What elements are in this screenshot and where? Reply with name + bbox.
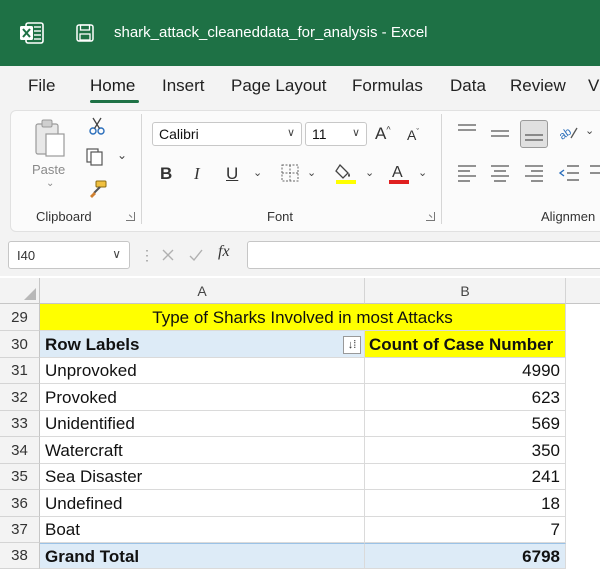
svg-text:ab: ab [557,126,574,142]
row-labels-header-cell[interactable]: Row Labels [40,331,365,358]
row-header[interactable]: 37 [0,517,40,543]
table-row-count[interactable]: 7 [365,517,566,543]
table-row-count[interactable]: 350 [365,437,566,464]
chevron-down-icon: ∨ [286,127,295,139]
copy-chevron-icon[interactable]: ⌄ [117,148,127,162]
fill-color-chevron-icon[interactable]: ⌄ [365,166,374,179]
row-header[interactable]: 34 [0,437,40,464]
align-top-icon[interactable] [457,122,477,140]
tab-data[interactable]: Data [450,76,486,96]
decrease-font-size-icon[interactable]: Aˇ [407,127,419,143]
title-bar: shark_attack_cleaneddata_for_analysis - … [0,0,600,66]
paste-chevron-icon[interactable]: ⌄ [46,178,54,189]
sort-filter-icon[interactable]: ↓⁞ [343,336,361,354]
align-middle-icon[interactable] [490,126,510,144]
font-size-dropdown[interactable]: 11 ∨ [305,122,367,146]
align-right-icon[interactable] [524,164,544,182]
row-header[interactable]: 35 [0,464,40,490]
row-header[interactable]: 32 [0,384,40,411]
row-header[interactable]: 31 [0,358,40,384]
select-all-button[interactable] [0,278,40,304]
table-row-count[interactable]: 623 [365,384,566,411]
align-center-icon[interactable] [490,164,510,182]
column-header-b[interactable]: B [365,278,566,304]
row-header[interactable]: 29 [0,304,40,331]
table-row-label[interactable]: Watercraft [40,437,365,464]
table-row-label[interactable]: Boat [40,517,365,543]
table-row-label[interactable]: Unidentified [40,411,365,437]
increase-indent-icon[interactable] [590,164,600,182]
tab-page-layout[interactable]: Page Layout [231,76,326,96]
row-header[interactable]: 38 [0,543,40,569]
orientation-chevron-icon[interactable]: ⌄ [585,124,594,137]
tab-review[interactable]: Review [510,76,566,96]
group-separator [141,114,142,224]
format-painter-icon[interactable] [88,180,108,198]
table-row-count[interactable]: 241 [365,464,566,490]
count-header-cell[interactable]: Count of Case Number [365,331,566,358]
font-color-icon[interactable]: A [388,161,410,185]
row-header[interactable]: 36 [0,490,40,517]
table-row-label[interactable]: Provoked [40,384,365,411]
table-row-label[interactable]: Undefined [40,490,365,517]
insert-function-button[interactable]: fx [218,243,230,261]
column-header-a[interactable]: A [40,278,365,304]
table-row-count[interactable]: 4990 [365,358,566,384]
orientation-icon[interactable]: ab [557,122,581,142]
clipboard-launcher-icon[interactable] [126,212,135,221]
tab-insert[interactable]: Insert [162,76,205,96]
paste-label[interactable]: Paste [32,162,65,177]
row-header[interactable]: 33 [0,411,40,437]
italic-button[interactable]: I [194,164,200,184]
grand-total-label[interactable]: Grand Total [40,543,365,569]
font-name-value: Calibri [159,126,199,142]
grand-total-value[interactable]: 6798 [365,543,566,569]
bold-button[interactable]: B [160,164,172,184]
pivot-title-cell[interactable]: Type of Sharks Involved in most Attacks [40,304,566,331]
underline-chevron-icon[interactable]: ⌄ [253,166,262,179]
decrease-indent-icon[interactable] [558,164,580,182]
align-bottom-icon[interactable] [520,120,548,148]
alignment-group-label: Alignmen [541,209,596,224]
cancel-icon[interactable] [160,247,176,263]
group-separator [441,114,442,224]
name-box[interactable]: I40 ∨ [8,241,130,269]
svg-text:A: A [392,164,403,181]
table-row-label[interactable]: Sea Disaster [40,464,365,490]
font-group-label: Font [267,209,294,224]
copy-icon[interactable] [86,148,106,166]
row-header[interactable]: 30 [0,331,40,358]
font-launcher-icon[interactable] [426,212,435,221]
excel-logo-icon [20,22,44,44]
borders-icon[interactable] [281,164,299,182]
name-box-value: I40 [17,248,36,263]
formula-input[interactable] [247,241,600,269]
table-row-count[interactable]: 569 [365,411,566,437]
tab-view[interactable]: V [588,76,599,96]
save-icon[interactable] [76,24,94,42]
clipboard-group-label: Clipboard [36,209,92,224]
font-color-chevron-icon[interactable]: ⌄ [418,166,427,179]
tab-file[interactable]: File [28,76,55,96]
window-title: shark_attack_cleaneddata_for_analysis - … [114,24,428,41]
paste-icon[interactable] [34,118,66,160]
active-tab-indicator [90,100,139,103]
chevron-down-icon: ∨ [351,127,360,139]
font-size-value: 11 [312,126,327,142]
enter-icon[interactable] [188,247,204,263]
column-header-c[interactable] [566,278,600,304]
borders-chevron-icon[interactable]: ⌄ [307,166,316,179]
increase-font-size-icon[interactable]: A^ [375,124,391,144]
table-row-label[interactable]: Unprovoked [40,358,365,384]
cut-icon[interactable] [88,116,106,136]
fill-color-icon[interactable] [334,161,358,185]
underline-button[interactable]: U [226,164,238,184]
more-options-icon[interactable]: ⋮ [140,247,154,264]
table-row-count[interactable]: 18 [365,490,566,517]
chevron-down-icon: ∨ [112,247,121,261]
font-name-dropdown[interactable]: Calibri ∨ [152,122,302,146]
tab-formulas[interactable]: Formulas [352,76,423,96]
tab-home[interactable]: Home [90,76,135,96]
align-left-icon[interactable] [457,164,477,182]
